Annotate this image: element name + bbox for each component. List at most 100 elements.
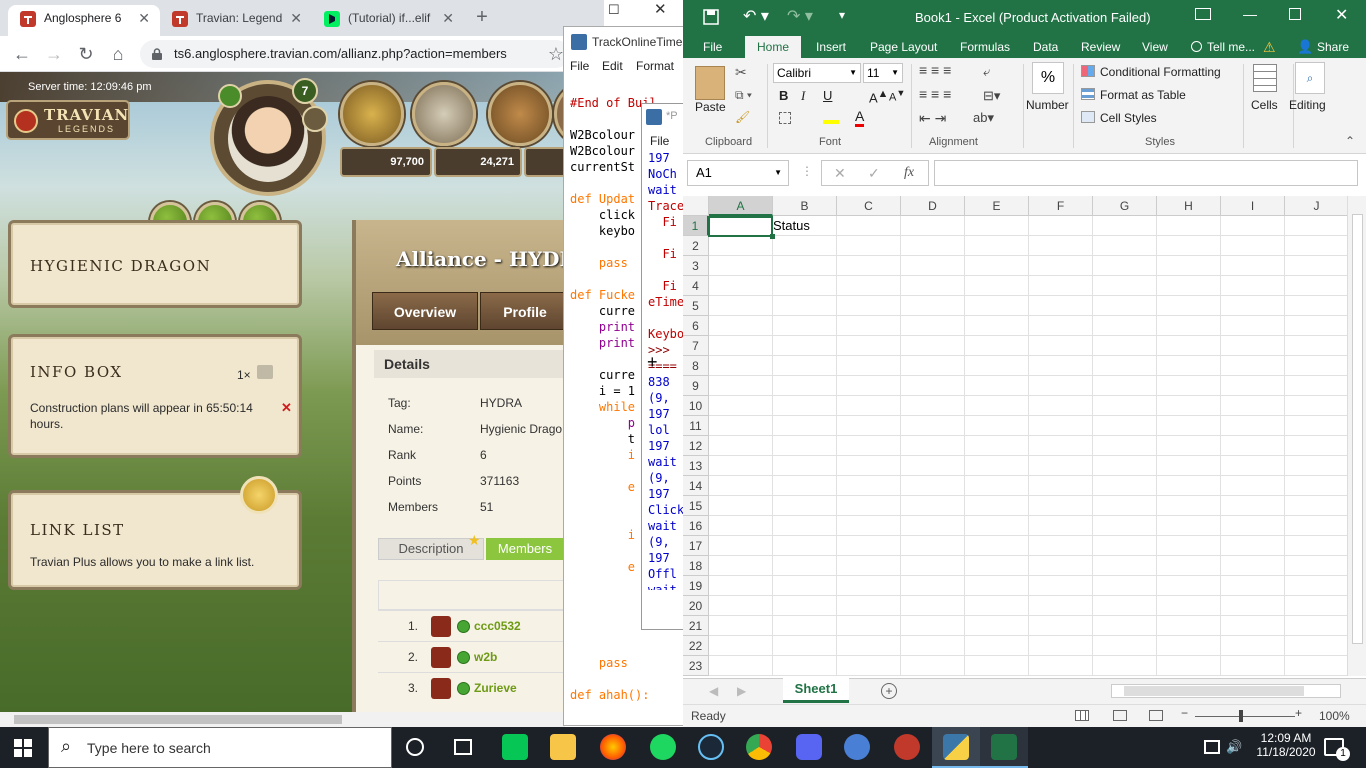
back-icon[interactable]: ← xyxy=(10,42,34,66)
row-header[interactable]: 5 xyxy=(683,296,709,316)
new-tab-button[interactable]: + xyxy=(470,6,494,30)
share-button[interactable]: Share xyxy=(1317,38,1349,56)
menu-file[interactable]: File xyxy=(570,59,589,73)
save-icon[interactable] xyxy=(703,9,719,25)
address-bar[interactable]: ts6.anglosphere.travian.com/allianz.php?… xyxy=(140,40,570,68)
merge-center-icon[interactable]: ⊟▾ xyxy=(983,88,1000,104)
column-header[interactable]: D xyxy=(901,196,965,216)
active-excel-task[interactable] xyxy=(980,727,1028,768)
cancel-icon[interactable]: ✕ xyxy=(834,165,846,182)
font-color-icon[interactable]: A xyxy=(855,108,865,127)
sheet-tab-sheet1[interactable]: Sheet1 xyxy=(783,678,849,703)
column-header[interactable]: A xyxy=(709,196,773,216)
underline-button[interactable]: U xyxy=(823,88,832,103)
forward-icon[interactable]: → xyxy=(42,42,66,66)
enter-icon[interactable]: ✓ xyxy=(868,165,880,182)
chrome-icon[interactable] xyxy=(746,734,772,760)
column-header[interactable]: E xyxy=(965,196,1029,216)
row-header[interactable]: 16 xyxy=(683,516,709,536)
orientation-icon[interactable]: ab▾ xyxy=(973,110,994,126)
wrap-text-icon[interactable]: ⤶ xyxy=(983,64,990,80)
shrink-font-icon[interactable]: A▼ xyxy=(889,88,905,104)
row-header[interactable]: 19 xyxy=(683,576,709,596)
volume-icon[interactable]: 🔊 xyxy=(1226,739,1242,755)
conditional-formatting-button[interactable]: Conditional Formatting xyxy=(1100,65,1221,79)
snipping-tool-icon[interactable] xyxy=(894,734,920,760)
active-python-task[interactable] xyxy=(932,727,980,768)
steam-icon[interactable] xyxy=(698,734,724,760)
member-row[interactable]: 2. w2b xyxy=(378,641,565,672)
tab-tutorial[interactable]: (Tutorial) if...elif ✕ xyxy=(312,5,464,36)
zoom-slider-thumb[interactable] xyxy=(1239,710,1243,722)
close-tab-icon[interactable]: ✕ xyxy=(290,5,302,31)
row-header[interactable]: 22 xyxy=(683,636,709,656)
menu-file[interactable]: File xyxy=(650,134,669,148)
fill-color-icon[interactable] xyxy=(823,110,839,124)
column-header[interactable]: J xyxy=(1285,196,1349,216)
cut-icon[interactable]: ✂ xyxy=(735,64,747,81)
scrollbar-thumb[interactable] xyxy=(1352,214,1363,644)
row-header[interactable]: 10 xyxy=(683,396,709,416)
format-painter-icon[interactable]: 🖌 xyxy=(735,110,750,124)
column-header[interactable]: F xyxy=(1029,196,1093,216)
cortana-icon[interactable] xyxy=(406,738,424,756)
row-header[interactable]: 17 xyxy=(683,536,709,556)
row-header[interactable]: 7 xyxy=(683,336,709,356)
task-view-icon[interactable] xyxy=(454,739,472,755)
chrome-profile-icon[interactable] xyxy=(844,734,870,760)
select-all-corner[interactable] xyxy=(683,196,709,216)
row-header[interactable]: 6 xyxy=(683,316,709,336)
home-icon[interactable]: ⌂ xyxy=(106,42,130,66)
font-size-select[interactable]: 11 ▼ xyxy=(863,63,903,83)
row-header[interactable]: 3 xyxy=(683,256,709,276)
cells-button[interactable]: Cells xyxy=(1251,98,1278,112)
zoom-out-icon[interactable]: − xyxy=(1181,706,1188,720)
column-header[interactable]: I xyxy=(1221,196,1285,216)
reload-icon[interactable]: ↻ xyxy=(74,42,98,66)
clock[interactable]: 12:09 AM 11/18/2020 xyxy=(1256,731,1316,759)
tab-insert[interactable]: Insert xyxy=(816,38,846,56)
row-header[interactable]: 13 xyxy=(683,456,709,476)
grow-font-icon[interactable]: A▲ xyxy=(869,88,888,105)
align-left-icon[interactable]: ≡ ≡ ≡ xyxy=(919,86,951,102)
tab-members[interactable]: Members xyxy=(486,538,564,560)
row-header[interactable]: 1 xyxy=(683,216,709,236)
village-home-icon[interactable] xyxy=(218,84,242,108)
format-as-table-button[interactable]: Format as Table xyxy=(1100,88,1186,102)
row-header[interactable]: 21 xyxy=(683,616,709,636)
cell-styles-button[interactable]: Cell Styles xyxy=(1100,111,1157,125)
member-row[interactable]: 1. ccc0532 xyxy=(378,610,565,641)
clay-resource[interactable]: 24,271 xyxy=(434,147,522,177)
indent-icon[interactable]: ⇤ ⇥ xyxy=(919,110,946,127)
horizontal-scrollbar[interactable] xyxy=(1111,684,1341,698)
resources-view-icon[interactable] xyxy=(340,82,404,146)
ribbon-display-icon[interactable] xyxy=(1195,8,1211,20)
zoom-slider[interactable] xyxy=(1195,716,1295,717)
page-break-view-icon[interactable] xyxy=(1149,710,1163,721)
wood-resource[interactable]: 97,700 xyxy=(340,147,432,177)
row-header[interactable]: 12 xyxy=(683,436,709,456)
tab-file[interactable]: File xyxy=(703,38,722,56)
italic-button[interactable]: I xyxy=(801,88,805,104)
pencil-edit-icon[interactable] xyxy=(240,476,278,514)
row-header[interactable]: 2 xyxy=(683,236,709,256)
taskbar-search-box[interactable]: ⌕ Type here to search xyxy=(48,727,392,768)
paste-icon[interactable] xyxy=(695,66,725,100)
insert-function-button[interactable]: fx xyxy=(904,165,914,181)
zoom-level[interactable]: 100% xyxy=(1319,709,1350,723)
tab-travian-legends[interactable]: Travian: Legend ✕ xyxy=(160,5,312,36)
map-view-icon[interactable] xyxy=(488,82,552,146)
windows-start-icon[interactable] xyxy=(14,739,32,757)
font-name-select[interactable]: Calibri ▼ xyxy=(773,63,861,83)
row-header[interactable]: 15 xyxy=(683,496,709,516)
tab-anglosphere[interactable]: Anglosphere 6 ✕ xyxy=(8,5,160,36)
close-tab-icon[interactable]: ✕ xyxy=(138,5,150,31)
warning-icon[interactable]: ⚠ xyxy=(1263,38,1276,56)
page-layout-view-icon[interactable] xyxy=(1113,710,1127,721)
member-row[interactable]: 3. Zurieve xyxy=(378,672,565,703)
percent-icon[interactable]: % xyxy=(1032,62,1064,94)
scrollbar-thumb[interactable] xyxy=(1124,686,1304,696)
column-header[interactable]: G xyxy=(1093,196,1157,216)
close-tab-icon[interactable]: ✕ xyxy=(442,5,454,31)
formula-input[interactable] xyxy=(934,160,1358,186)
